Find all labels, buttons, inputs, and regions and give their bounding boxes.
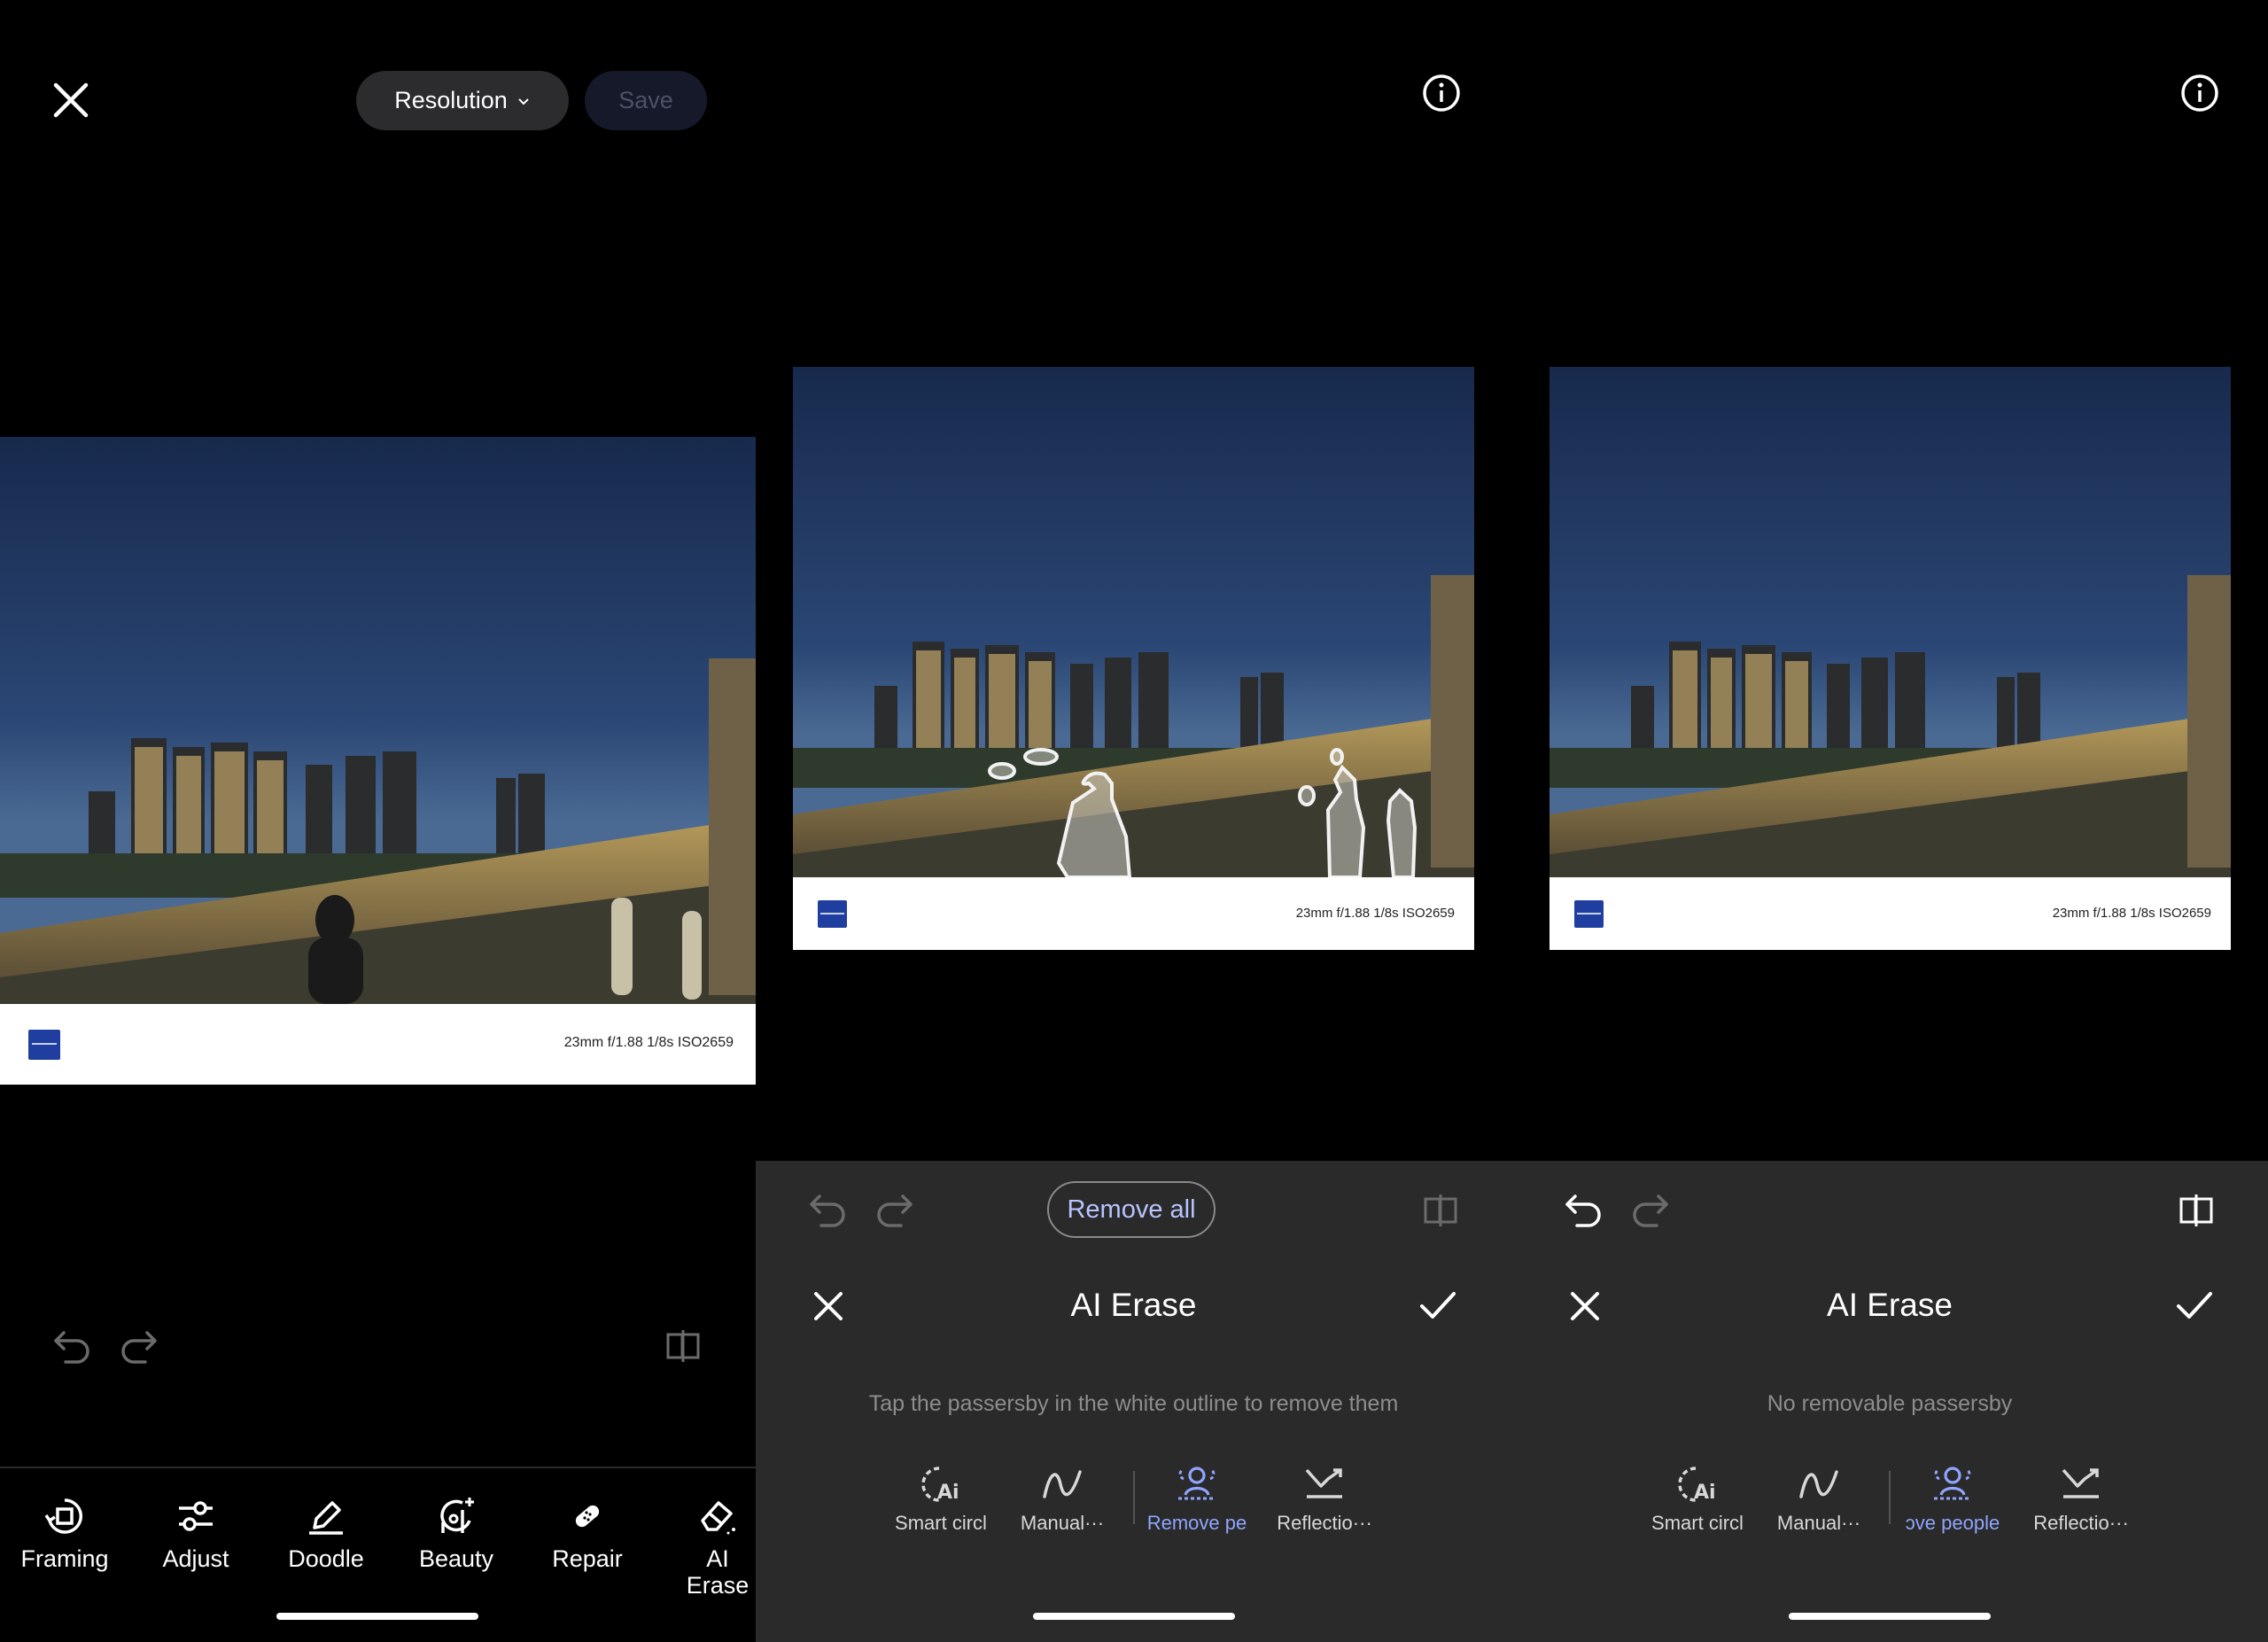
tool-ai-erase[interactable]: AI Erase [656,1494,756,1599]
exif-text: 23mm f/1.88 1/8s ISO2659 [563,1035,734,1050]
photo-image [1550,367,2231,877]
tool-doodle[interactable]: Doodle [264,1494,388,1572]
svg-text:Ai: Ai [1694,1482,1716,1504]
ai-erase-result-panel: 23mm f/1.88 1/8s ISO2659 AI Erase No rem… [1511,0,2268,1642]
tool-label: Remove pe [1146,1512,1247,1534]
tool-beauty[interactable]: Beauty [394,1494,518,1572]
undo-icon[interactable] [807,1189,848,1230]
tool-label: AI Erase [686,1545,750,1599]
tool-remove-people[interactable]: ɔve people [1891,1462,2015,1535]
tool-label: Doodle [288,1545,364,1572]
photo-watermark-footer: 23mm f/1.88 1/8s ISO2659 [1550,877,2231,950]
tool-label: Manual··· [1020,1512,1105,1534]
chevron-down-icon [518,97,529,105]
toolbar-divider [0,1467,756,1468]
compare-icon[interactable] [2178,1192,2215,1229]
ai-erase-icon [701,1501,735,1535]
reflection-icon [1305,1468,1342,1498]
tool-remove-people[interactable]: Remove pe [1135,1462,1259,1535]
doodle-icon [309,1501,343,1535]
sheet-title: AI Erase [1070,1287,1197,1323]
tool-label: Beauty [418,1545,494,1572]
photo-preview[interactable]: 23mm f/1.88 1/8s ISO2659 [1550,367,2231,950]
beauty-icon [440,1498,474,1533]
framing-icon [44,1498,83,1534]
tool-reflection[interactable]: Reflectio··· [1262,1462,1386,1535]
zeiss-logo-icon [1574,900,1604,928]
hint-text: No removable passersby [1767,1391,2013,1416]
confirm-check-icon[interactable] [2175,1288,2214,1324]
photo-watermark-footer: 23mm f/1.88 1/8s ISO2659 [0,1004,756,1085]
zeiss-logo-icon [28,1030,60,1060]
hint-text: Tap the passersby in the white outline t… [868,1391,1399,1416]
save-button[interactable]: Save [585,71,707,130]
tool-manual[interactable]: Manual··· [1000,1462,1124,1535]
tool-smart-circle[interactable]: Ai Smart circl [1635,1462,1759,1535]
tool-framing[interactable]: Framing [3,1494,127,1572]
remove-people-icon [1934,1467,1971,1500]
resolution-label: Resolution [394,87,508,113]
close-icon[interactable] [49,78,93,122]
tool-label: Manual··· [1776,1512,1861,1534]
remove-all-button[interactable]: Remove all [1047,1181,1216,1238]
tool-manual[interactable]: Manual··· [1757,1462,1881,1535]
reflection-icon [2062,1468,2099,1498]
redo-icon[interactable] [119,1326,159,1366]
tool-smart-circle[interactable]: Ai Smart circl [879,1462,1003,1535]
tool-label: Smart circl [1651,1512,1744,1534]
resolution-button[interactable]: Resolution [356,71,569,130]
exif-text: 23mm f/1.88 1/8s ISO2659 [1295,906,1455,921]
tool-label: Repair [552,1545,623,1572]
tool-label: ɔve people [1905,1512,2000,1534]
exif-text: 23mm f/1.88 1/8s ISO2659 [2052,906,2211,921]
tool-adjust[interactable]: Adjust [134,1494,258,1572]
undo-icon[interactable] [51,1326,92,1366]
tool-reflection[interactable]: Reflectio··· [2019,1462,2143,1535]
manual-icon [1799,1470,1838,1498]
smart-circle-icon: Ai [1678,1467,1716,1504]
tool-repair[interactable]: Repair [525,1494,649,1572]
home-indicator[interactable] [276,1613,478,1620]
info-icon[interactable] [2180,74,2219,113]
info-icon[interactable] [1422,74,1461,113]
tool-label: Framing [20,1545,109,1572]
compare-icon[interactable] [1422,1192,1459,1229]
svg-text:Ai: Ai [937,1482,959,1504]
photo-watermark-footer: 23mm f/1.88 1/8s ISO2659 [793,877,1474,950]
compare-icon[interactable] [664,1327,702,1365]
photo-image [793,367,1474,877]
smart-circle-icon: Ai [921,1467,959,1504]
tool-label: Reflectio··· [2033,1512,2129,1534]
redo-icon[interactable] [874,1189,915,1230]
adjust-icon [179,1501,213,1531]
home-indicator[interactable] [1033,1613,1235,1620]
tool-label: Smart circl [895,1512,987,1534]
tool-label: Reflectio··· [1277,1512,1372,1534]
manual-icon [1043,1470,1082,1498]
confirm-check-icon[interactable] [1418,1288,1457,1324]
ai-erase-panel: 23mm f/1.88 1/8s ISO2659 Remove all AI E… [756,0,1511,1642]
photo-image [0,437,756,1004]
editor-panel: Resolution Save 23mm f/1.88 1/8s ISO2659… [0,0,756,1642]
redo-icon[interactable] [1630,1189,1671,1230]
home-indicator[interactable] [1789,1613,1991,1620]
repair-icon [575,1505,600,1528]
sheet-title: AI Erase [1827,1287,1953,1323]
photo-preview[interactable]: 23mm f/1.88 1/8s ISO2659 [793,367,1474,950]
tool-label: Adjust [162,1545,229,1572]
undo-icon[interactable] [1563,1189,1604,1230]
zeiss-logo-icon [818,900,847,928]
remove-people-icon [1178,1467,1216,1500]
photo-preview[interactable]: 23mm f/1.88 1/8s ISO2659 [0,437,756,1085]
